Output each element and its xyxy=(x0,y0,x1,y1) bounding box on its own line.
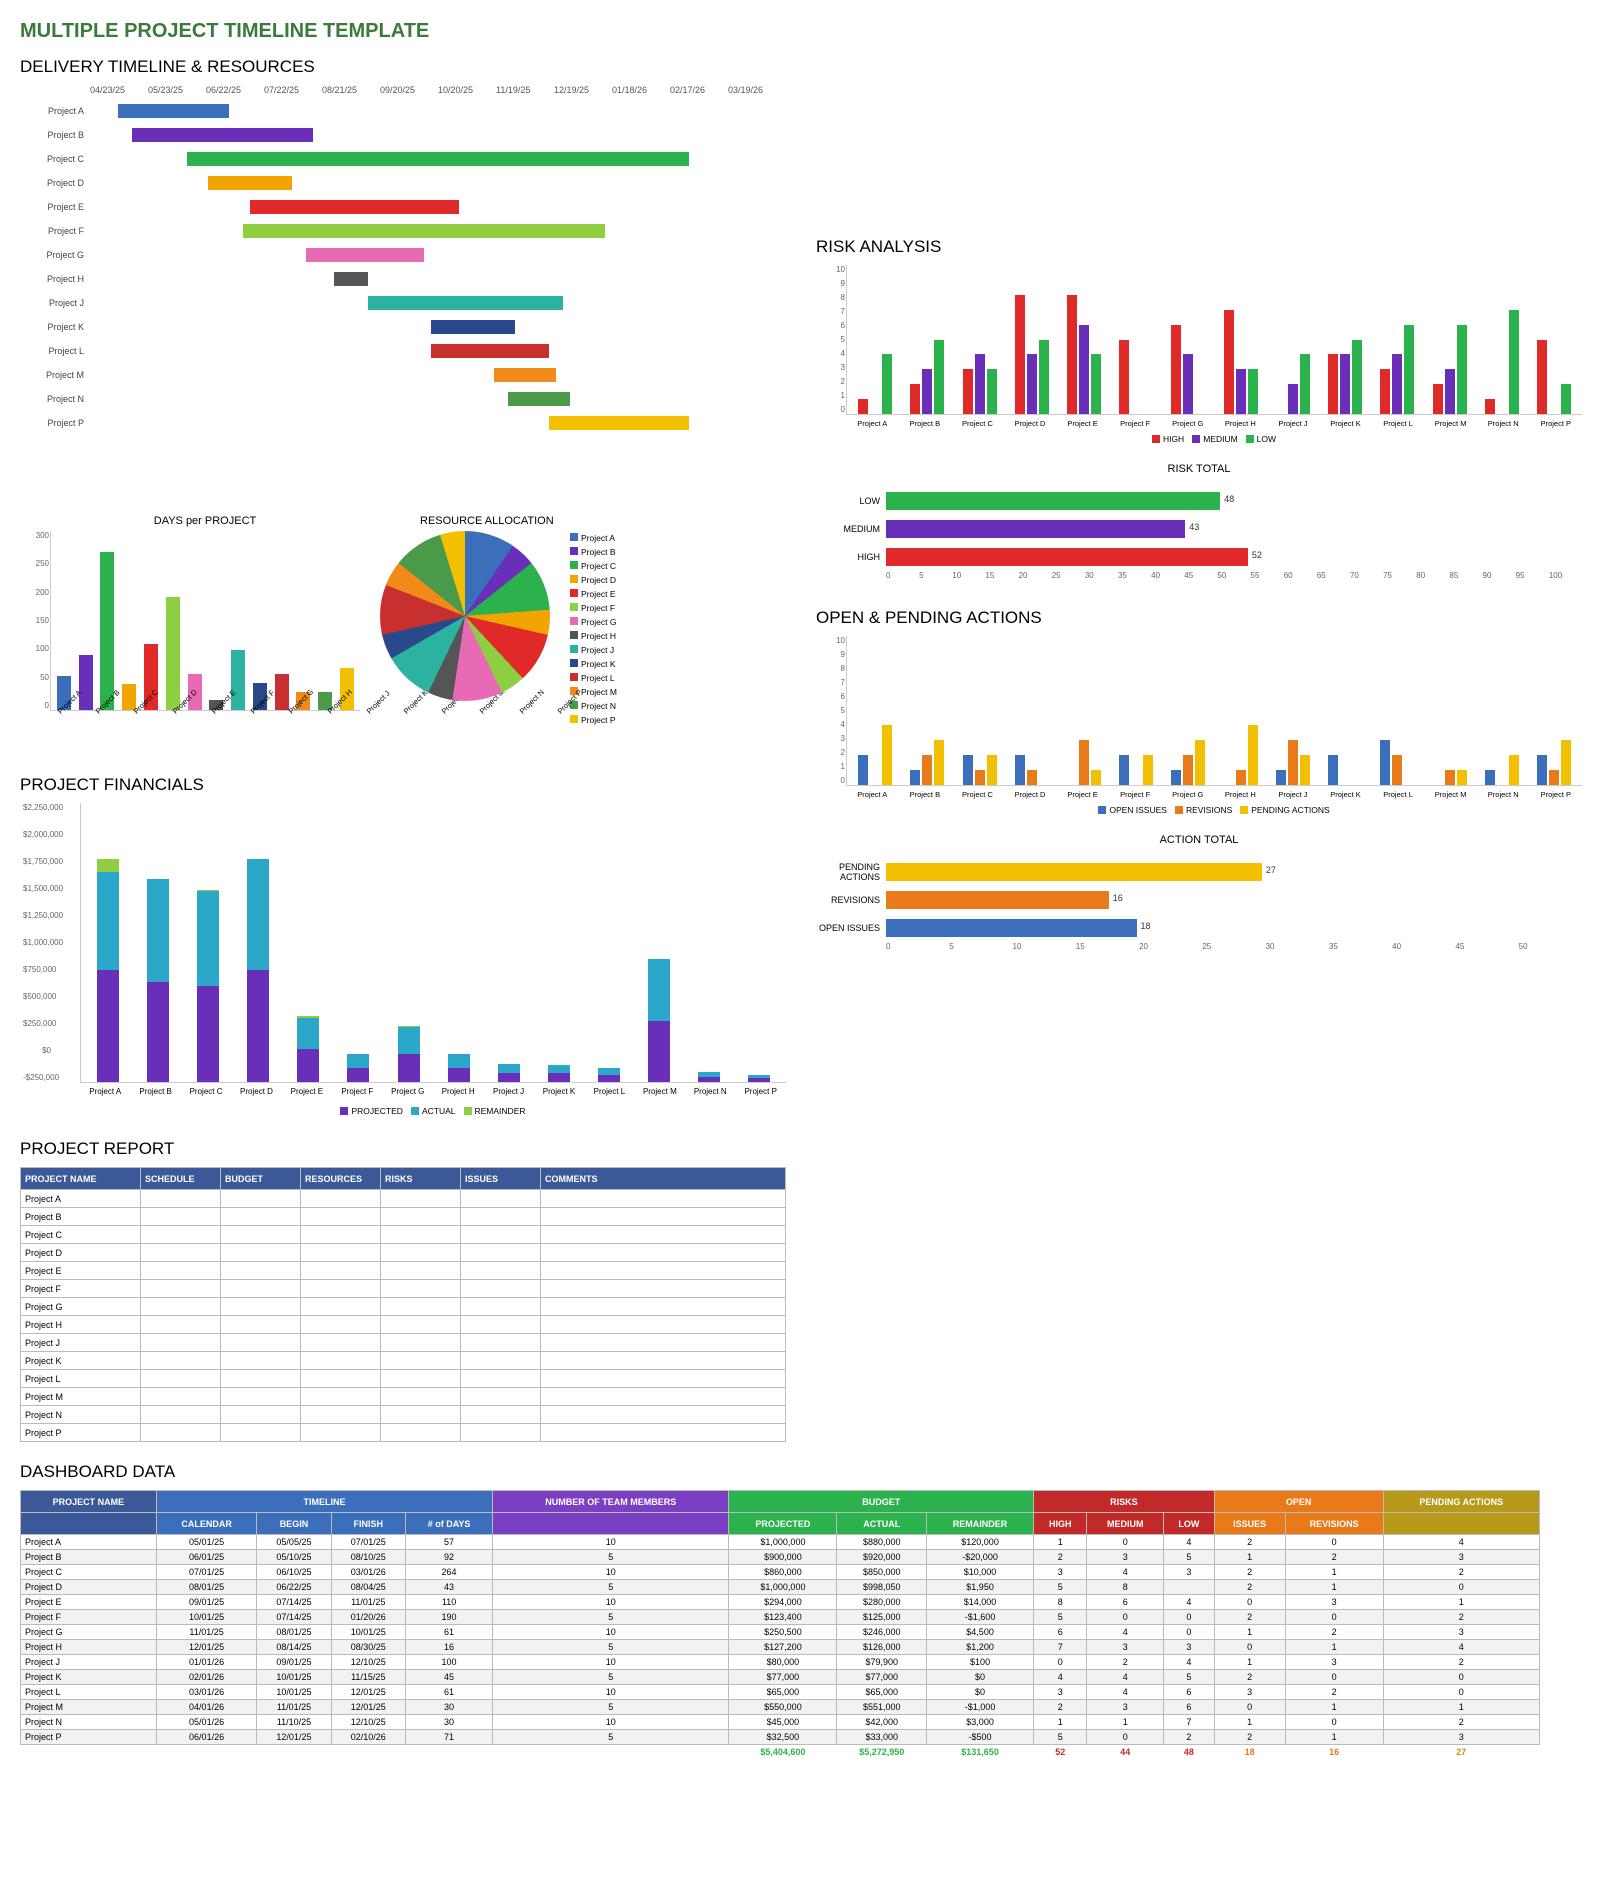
gantt-chart: 04/23/2505/23/2506/22/2507/22/2508/21/25… xyxy=(20,85,786,505)
dashboard-title: DASHBOARD DATA xyxy=(20,1462,1582,1482)
report-title: PROJECT REPORT xyxy=(20,1139,786,1159)
action-total-title: ACTION TOTAL xyxy=(816,834,1582,846)
risk-title: RISK ANALYSIS xyxy=(816,237,1582,257)
delivery-title: DELIVERY TIMELINE & RESOURCES xyxy=(20,57,786,77)
days-chart-title: DAYS per PROJECT xyxy=(50,515,360,527)
pie-title: RESOURCE ALLOCATION xyxy=(420,515,770,527)
main-title: MULTIPLE PROJECT TIMELINE TEMPLATE xyxy=(20,20,1582,43)
pie-chart xyxy=(380,531,550,701)
risk-total-title: RISK TOTAL xyxy=(816,463,1582,475)
financials-title: PROJECT FINANCIALS xyxy=(20,775,786,795)
report-table: PROJECT NAMESCHEDULEBUDGETRESOURCESRISKS… xyxy=(20,1167,786,1442)
actions-title: OPEN & PENDING ACTIONS xyxy=(816,608,1582,628)
dashboard-table: PROJECT NAMETIMELINENUMBER OF TEAM MEMBE… xyxy=(20,1490,1540,1759)
